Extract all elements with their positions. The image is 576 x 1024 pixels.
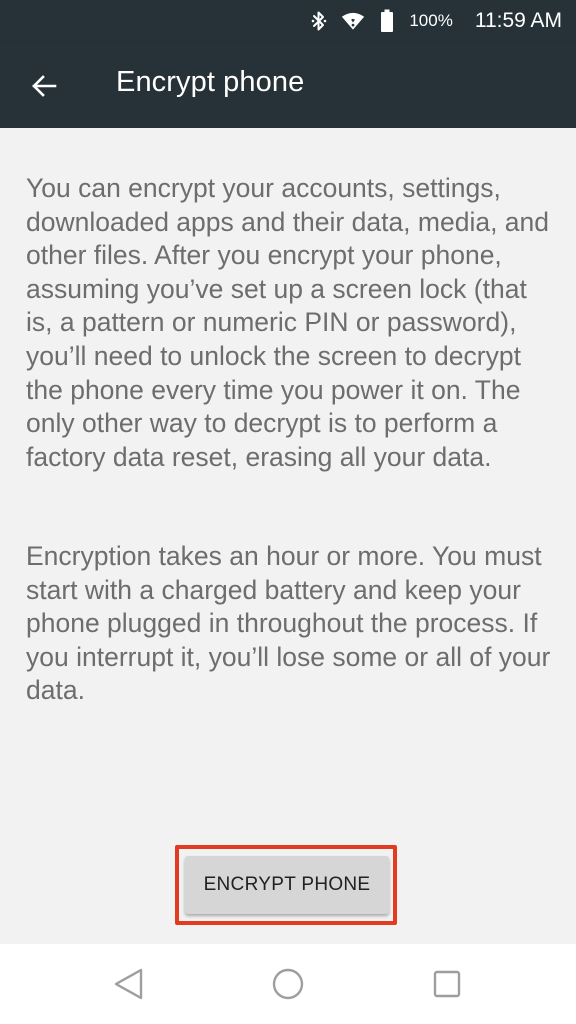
battery-percent: 100%	[409, 11, 453, 30]
encryption-warning: Encryption takes an hour or more. You mu…	[26, 541, 551, 706]
encryption-description: You can encrypt your accounts, settings,…	[26, 173, 550, 472]
nav-back-icon	[114, 968, 143, 1000]
bluetooth-icon	[307, 9, 331, 33]
nav-home-icon	[272, 968, 304, 1000]
page-title: Encrypt phone	[116, 66, 305, 98]
arrow-back-icon	[32, 75, 57, 97]
status-bar: 100% 11:59 AM	[0, 0, 576, 42]
nav-recents-icon	[433, 970, 461, 998]
back-button[interactable]	[20, 62, 68, 110]
nav-back-button[interactable]	[108, 964, 148, 1004]
status-clock: 11:59 AM	[474, 9, 562, 32]
app-bar: Encrypt phone	[0, 42, 576, 128]
encryption-info-panel: You can encrypt your accounts, settings,…	[0, 128, 576, 944]
nav-home-button[interactable]	[268, 964, 308, 1004]
system-nav-bar	[0, 944, 576, 1024]
status-icons: 100% 11:59 AM	[307, 0, 562, 42]
nav-recents-button[interactable]	[427, 964, 467, 1004]
wifi-icon	[341, 9, 365, 33]
battery-icon	[375, 9, 399, 33]
encrypt-phone-button[interactable]: ENCRYPT PHONE	[185, 856, 389, 914]
